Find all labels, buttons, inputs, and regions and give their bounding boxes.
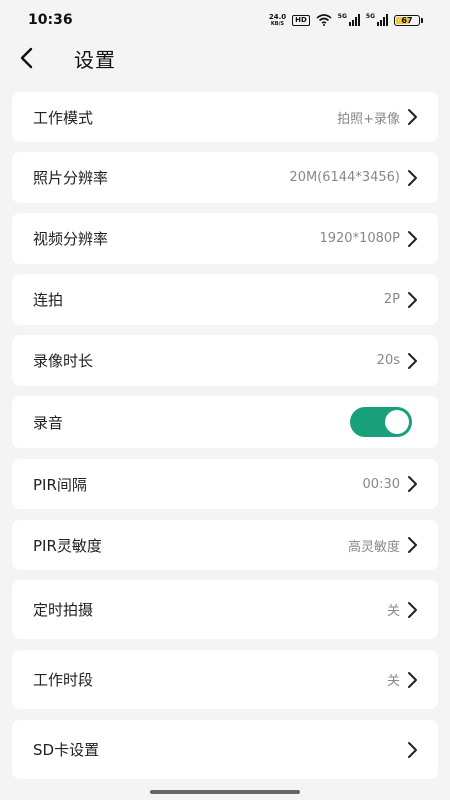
setting-label: 录像时长 (33, 352, 94, 370)
setting-value: 2P (383, 292, 400, 307)
setting-sd-card[interactable]: SD卡设置 (12, 720, 438, 779)
chevron-right-icon (408, 741, 417, 758)
setting-label: PIR灵敏度 (33, 536, 102, 555)
setting-value: 1920*1080P (319, 231, 400, 246)
battery-icon: 67 (394, 14, 423, 26)
setting-value: 关 (386, 674, 400, 689)
setting-value: 20s (376, 353, 400, 368)
setting-value: 拍照+录像 (337, 111, 400, 127)
header: 设置 (0, 40, 450, 76)
signal-sim1-tag: 5G (337, 13, 347, 20)
setting-photo-resolution[interactable]: 照片分辨率 20M(6144*3456) (12, 152, 438, 203)
chevron-right-icon (408, 601, 417, 618)
chevron-right-icon (408, 476, 417, 492)
setting-burst[interactable]: 连拍 2P (12, 274, 438, 325)
setting-label: 录音 (33, 413, 64, 432)
chevron-right-icon (408, 291, 417, 308)
network-speed-value: 24.0 (268, 12, 287, 21)
status-bar: 10:36 24.0 KB/S HD 5G 5G 67 (0, 0, 450, 40)
setting-label: 工作时段 (33, 671, 94, 689)
chevron-right-icon (408, 230, 417, 247)
hd-badge: HD (292, 14, 310, 26)
setting-value: 高灵敏度 (347, 539, 400, 555)
signal-sim1-icon: 5G (338, 14, 360, 26)
setting-work-mode[interactable]: 工作模式 拍照+录像 (12, 92, 438, 142)
chevron-left-icon (20, 47, 33, 69)
setting-label: 工作模式 (33, 108, 94, 127)
setting-pir-interval[interactable]: PIR间隔 00:30 (12, 459, 438, 509)
setting-video-resolution[interactable]: 视频分辨率 1920*1080P (12, 213, 438, 264)
setting-label: 照片分辨率 (33, 169, 109, 187)
toggle-knob (385, 410, 409, 434)
page-title: 设置 (74, 47, 116, 72)
chevron-right-icon (408, 169, 417, 186)
chevron-right-icon (408, 671, 417, 688)
wifi-icon (316, 14, 332, 26)
setting-timed-capture[interactable]: 定时拍摄 关 (12, 580, 438, 639)
status-icons: 24.0 KB/S HD 5G 5G 67 (268, 12, 423, 27)
setting-pir-sensitivity[interactable]: PIR灵敏度 高灵敏度 (12, 520, 438, 570)
setting-work-period[interactable]: 工作时段 关 (12, 650, 438, 709)
setting-value: 00:30 (362, 476, 400, 492)
setting-label: PIR间隔 (33, 475, 87, 494)
chevron-right-icon (408, 109, 417, 125)
network-speed: 24.0 KB/S (268, 12, 287, 27)
setting-audio: 录音 (12, 396, 438, 448)
setting-value: 关 (386, 604, 400, 619)
chevron-right-icon (408, 352, 417, 369)
status-time: 10:36 (28, 12, 73, 28)
signal-sim2-tag: 5G (365, 13, 375, 20)
setting-record-duration[interactable]: 录像时长 20s (12, 335, 438, 386)
network-speed-unit: KB/S (270, 20, 285, 27)
setting-label: 连拍 (33, 291, 64, 309)
setting-label: 定时拍摄 (33, 601, 94, 619)
back-button[interactable] (2, 40, 50, 76)
setting-value: 20M(6144*3456) (289, 170, 400, 185)
setting-label: SD卡设置 (33, 741, 100, 759)
signal-sim2-icon: 5G (366, 14, 388, 26)
home-indicator[interactable] (150, 790, 300, 794)
chevron-right-icon (408, 537, 417, 553)
setting-label: 视频分辨率 (33, 230, 109, 248)
audio-toggle[interactable] (350, 407, 412, 437)
battery-level: 67 (401, 15, 413, 25)
